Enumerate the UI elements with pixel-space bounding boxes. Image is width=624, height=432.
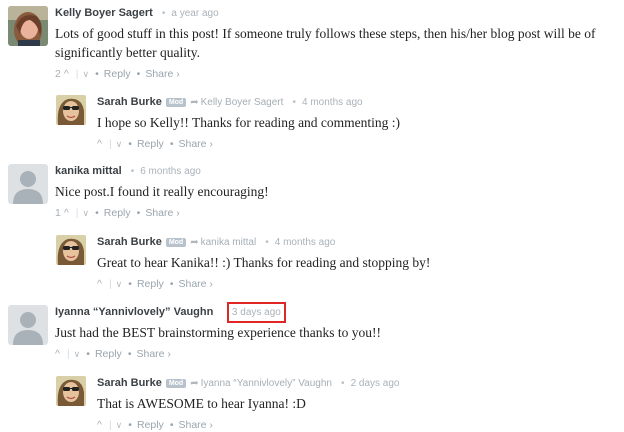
comment-text: I hope so Kelly!! Thanks for reading and… — [97, 115, 401, 130]
reply-link[interactable]: Reply — [95, 348, 122, 360]
comment-author[interactable]: Iyanna “Yannivlovely” Vaughn — [55, 306, 213, 318]
comment-author[interactable]: kanika mittal — [55, 165, 122, 177]
reply-arrow-icon: ➦ — [190, 237, 199, 248]
in-reply-to[interactable]: Iyanna “Yannivlovely” Vaughn — [201, 378, 332, 389]
comment-text: Just had the BEST brainstorming experien… — [55, 325, 381, 340]
reply-link[interactable]: Reply — [104, 68, 131, 80]
comment-author[interactable]: Sarah Burke — [97, 236, 162, 248]
share-link[interactable]: Share › — [179, 419, 213, 431]
downvote-icon[interactable]: ∨ — [116, 279, 123, 289]
comment-timestamp-highlighted[interactable]: 3 days ago — [226, 302, 286, 323]
upvote-icon[interactable]: ^ — [97, 278, 102, 290]
share-link[interactable]: Share › — [179, 138, 213, 150]
mod-badge: Mod — [165, 238, 187, 247]
upvote-count: 2 — [55, 68, 61, 80]
mod-badge: Mod — [165, 98, 187, 107]
share-link[interactable]: Share › — [145, 68, 179, 80]
downvote-icon[interactable]: ∨ — [83, 69, 90, 79]
comment-text: Lots of good stuff in this post! If some… — [55, 26, 596, 60]
mod-badge: Mod — [165, 379, 187, 388]
reply-link[interactable]: Reply — [104, 207, 131, 219]
comment-timestamp[interactable]: 6 months ago — [140, 166, 201, 177]
reply-arrow-icon: ➦ — [190, 97, 199, 108]
upvote-icon[interactable]: ^ — [64, 207, 69, 219]
avatar-default[interactable] — [8, 305, 48, 345]
comment-text: Great to hear Kanika!! :) Thanks for rea… — [97, 255, 431, 270]
share-link[interactable]: Share › — [179, 278, 213, 290]
avatar-default[interactable] — [8, 164, 48, 204]
upvote-icon[interactable]: ^ — [55, 348, 60, 360]
comment-text: Nice post.I found it really encouraging! — [55, 184, 269, 199]
upvote-icon[interactable]: ^ — [64, 68, 69, 80]
downvote-icon[interactable]: ∨ — [74, 349, 81, 359]
in-reply-to[interactable]: kanika mittal — [201, 237, 257, 248]
comment-timestamp[interactable]: 2 days ago — [351, 378, 400, 389]
comment-timestamp[interactable]: a year ago — [171, 8, 218, 19]
avatar-sarah[interactable] — [56, 95, 86, 125]
share-link[interactable]: Share › — [137, 348, 171, 360]
avatar-sarah[interactable] — [56, 376, 86, 406]
downvote-icon[interactable]: ∨ — [116, 139, 123, 149]
upvote-icon[interactable]: ^ — [97, 138, 102, 150]
comment-author[interactable]: Kelly Boyer Sagert — [55, 7, 153, 19]
comment-timestamp[interactable]: 4 months ago — [275, 237, 336, 248]
in-reply-to[interactable]: Kelly Boyer Sagert — [201, 97, 284, 108]
reply-arrow-icon: ➦ — [190, 378, 199, 389]
comment-timestamp[interactable]: 4 months ago — [302, 97, 363, 108]
upvote-icon[interactable]: ^ — [97, 419, 102, 431]
downvote-icon[interactable]: ∨ — [116, 420, 123, 430]
reply-link[interactable]: Reply — [137, 419, 164, 431]
comment-author[interactable]: Sarah Burke — [97, 96, 162, 108]
comment-text: That is AWESOME to hear Iyanna! :D — [97, 396, 306, 411]
avatar-kelly[interactable] — [8, 6, 48, 46]
reply-link[interactable]: Reply — [137, 138, 164, 150]
downvote-icon[interactable]: ∨ — [83, 208, 90, 218]
comment-author[interactable]: Sarah Burke — [97, 377, 162, 389]
share-link[interactable]: Share › — [145, 207, 179, 219]
avatar-sarah[interactable] — [56, 235, 86, 265]
upvote-count: 1 — [55, 207, 61, 219]
reply-link[interactable]: Reply — [137, 278, 164, 290]
